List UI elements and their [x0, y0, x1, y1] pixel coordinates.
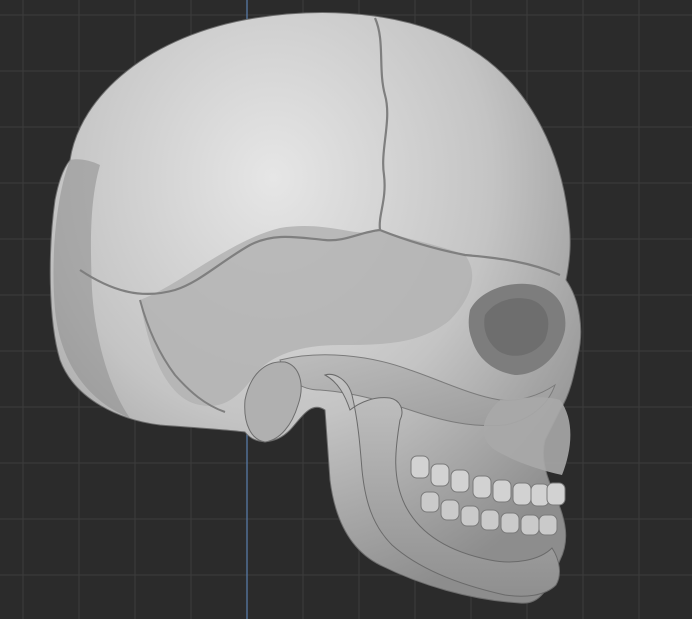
tooth-lower: [440, 499, 460, 521]
3d-viewport[interactable]: [0, 0, 692, 619]
tooth-upper: [512, 482, 532, 506]
tooth-upper: [546, 482, 566, 506]
tooth-lower: [420, 491, 440, 513]
tooth-upper: [492, 479, 512, 503]
tooth-lower: [520, 514, 540, 536]
tooth-upper: [430, 463, 450, 487]
tooth-upper: [472, 475, 492, 499]
tooth-upper: [450, 469, 470, 493]
tooth-lower: [500, 512, 520, 534]
tooth-upper: [410, 455, 430, 479]
tooth-lower: [538, 514, 558, 536]
tooth-lower: [480, 509, 500, 531]
tooth-upper: [530, 483, 550, 507]
skull-model[interactable]: [0, 0, 692, 619]
tooth-lower: [460, 505, 480, 527]
